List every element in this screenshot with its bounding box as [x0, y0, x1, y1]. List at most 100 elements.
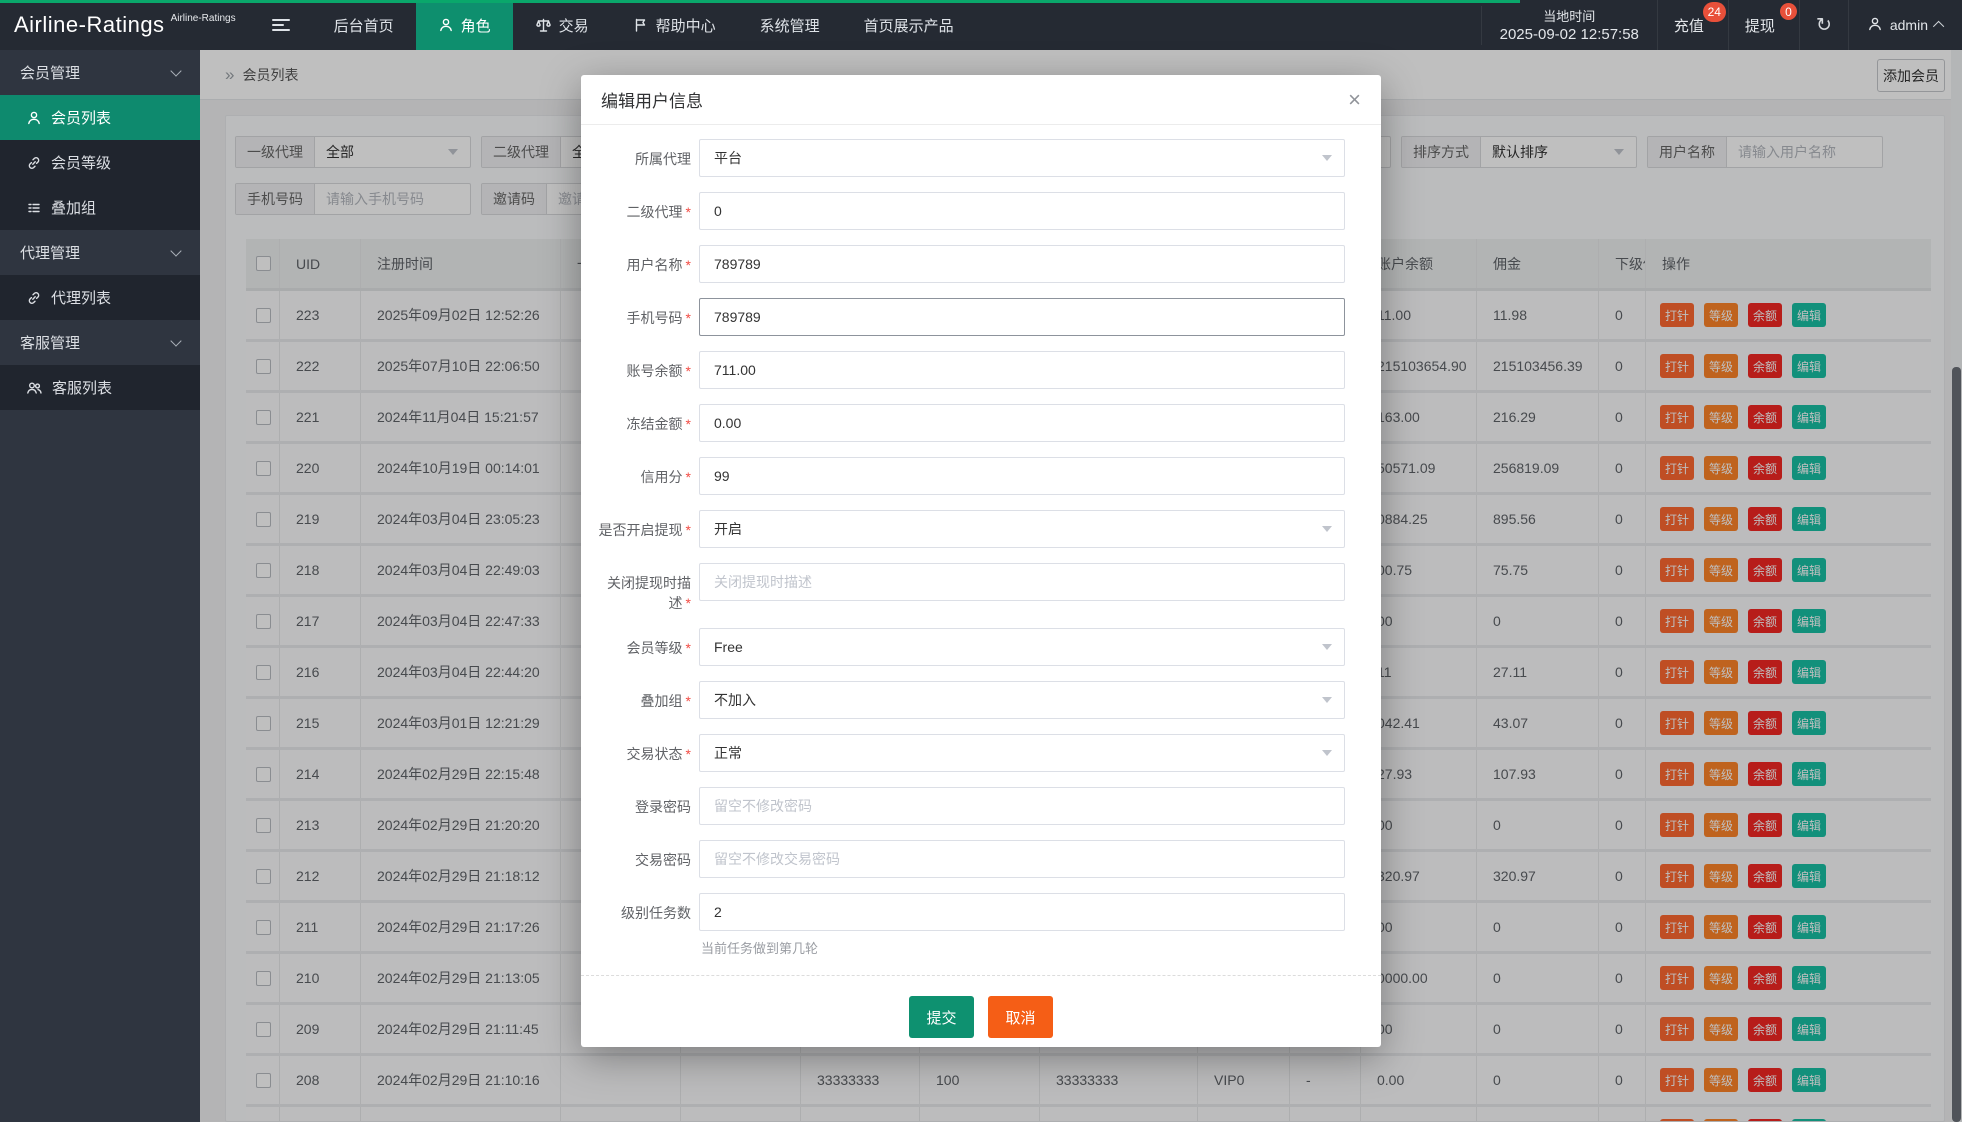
modal-field-8: 是否开启提现*开启 [595, 510, 1345, 548]
field-hint: 当前任务做到第几轮 [699, 938, 1345, 957]
chevron-down-icon [170, 245, 181, 256]
modal-field-9: 关闭提现时描述* [595, 563, 1345, 613]
field-input[interactable] [699, 840, 1345, 878]
modal-field-11: 叠加组* 不加入 [595, 681, 1345, 719]
chevron-down-icon [170, 335, 181, 346]
field-input[interactable] [699, 893, 1345, 931]
sidebar-item-3[interactable]: 会员等级 [0, 140, 200, 185]
logo-text: Airline-Ratings [14, 12, 165, 38]
top-menu-item-label: 角色 [461, 15, 491, 36]
required-asterisk: * [686, 416, 691, 432]
top-menu: 后台首页 角色 交易 帮助中心 系统管理 首页展示产品 [312, 0, 976, 50]
field-input[interactable] [699, 351, 1345, 389]
flag-icon [633, 17, 649, 33]
sidebar-item-2[interactable]: 会员列表 [0, 95, 200, 140]
field-input[interactable] [699, 457, 1345, 495]
sidebar-item-6[interactable]: 代理列表 [0, 275, 200, 320]
chevron-down-icon [1322, 155, 1332, 161]
sidebar-label: 客服列表 [52, 377, 112, 398]
top-menu-item-3[interactable]: 交易 [513, 0, 611, 50]
users-icon [26, 380, 43, 396]
refresh-button[interactable]: ↻ [1799, 0, 1848, 50]
field-select[interactable]: Free [699, 628, 1345, 666]
field-select[interactable]: 不加入 [699, 681, 1345, 719]
link-icon [26, 290, 42, 306]
close-icon[interactable]: × [1348, 89, 1361, 111]
field-input[interactable] [699, 563, 1345, 601]
field-input[interactable] [699, 787, 1345, 825]
field-label: 交易状态* [595, 734, 691, 764]
navbar-right: 当地时间 2025-09-02 12:57:58 充值 24 提现 0 ↻ ad… [1481, 0, 1962, 50]
field-input[interactable] [699, 298, 1345, 336]
required-asterisk: * [686, 363, 691, 379]
link-icon [26, 155, 42, 171]
field-label: 账号余额* [595, 351, 691, 381]
field-input[interactable] [699, 245, 1345, 283]
field-control [699, 298, 1345, 336]
withdraw-label: 提现 [1745, 15, 1775, 36]
field-control [699, 404, 1345, 442]
sidebar-item-8[interactable]: 客服列表 [0, 365, 200, 410]
recharge-label: 充值 [1674, 15, 1704, 36]
modal-field-2: 二级代理* [595, 192, 1345, 230]
field-label: 用户名称* [595, 245, 691, 275]
sidebar-label: 代理管理 [20, 242, 80, 263]
top-menu-item-1[interactable]: 后台首页 [312, 0, 416, 50]
field-control [699, 245, 1345, 283]
required-asterisk: * [686, 595, 691, 611]
top-menu-item-label: 首页展示产品 [864, 15, 954, 36]
admin-user-menu[interactable]: admin [1848, 0, 1962, 50]
modal-body: 所属代理平台二级代理*用户名称*手机号码*账号余额*冻结金额*信用分*是否开启提… [581, 125, 1381, 957]
withdraw-button[interactable]: 提现 0 [1728, 0, 1799, 50]
submit-button[interactable]: 提交 [909, 996, 974, 1038]
field-control [699, 563, 1345, 601]
field-control [699, 457, 1345, 495]
field-select[interactable]: 平台 [699, 139, 1345, 177]
sidebar-collapse-button[interactable] [250, 0, 312, 50]
required-asterisk: * [686, 640, 691, 656]
field-control [699, 351, 1345, 389]
hamburger-icon [272, 16, 290, 34]
required-asterisk: * [686, 257, 691, 273]
field-control: 平台 [699, 139, 1345, 177]
modal-footer: 提交 取消 [581, 975, 1381, 1054]
sidebar-label: 客服管理 [20, 332, 80, 353]
top-menu-item-4[interactable]: 帮助中心 [611, 0, 738, 50]
local-time-label: 当地时间 [1500, 9, 1639, 25]
user-icon [26, 110, 42, 126]
field-label: 所属代理 [595, 139, 691, 169]
top-menu-item-2[interactable]: 角色 [416, 0, 513, 50]
field-control [699, 192, 1345, 230]
field-select[interactable]: 正常 [699, 734, 1345, 772]
top-menu-item-label: 系统管理 [760, 15, 820, 36]
sidebar-item-4[interactable]: 叠加组 [0, 185, 200, 230]
recharge-button[interactable]: 充值 24 [1657, 0, 1728, 50]
sidebar-label: 代理列表 [51, 287, 111, 308]
cancel-button[interactable]: 取消 [988, 996, 1053, 1038]
modal-field-4: 手机号码* [595, 298, 1345, 336]
edit-user-modal: 编辑用户信息 × 所属代理平台二级代理*用户名称*手机号码*账号余额*冻结金额*… [581, 75, 1381, 1047]
field-input[interactable] [699, 404, 1345, 442]
sidebar-group-1[interactable]: 会员管理 [0, 50, 200, 95]
sidebar-group-7[interactable]: 客服管理 [0, 320, 200, 365]
field-select[interactable]: 开启 [699, 510, 1345, 548]
top-menu-item-label: 交易 [559, 15, 589, 36]
field-label: 叠加组* [595, 681, 691, 711]
sidebar: 会员管理会员列表会员等级叠加组代理管理代理列表客服管理客服列表 [0, 50, 200, 1122]
sidebar-group-5[interactable]: 代理管理 [0, 230, 200, 275]
chevron-down-icon [170, 65, 181, 76]
required-asterisk: * [686, 204, 691, 220]
modal-field-13: 登录密码 [595, 787, 1345, 825]
top-navbar: Airline-Ratings Airline-Ratings 后台首页角色交易… [0, 0, 1962, 50]
field-control: 不加入 [699, 681, 1345, 719]
field-input[interactable] [699, 192, 1345, 230]
top-menu-item-6[interactable]: 首页展示产品 [842, 0, 976, 50]
top-menu-item-5[interactable]: 系统管理 [738, 0, 842, 50]
chevron-down-icon [1322, 750, 1332, 756]
modal-field-14: 交易密码 [595, 840, 1345, 878]
field-label: 关闭提现时描述* [595, 563, 691, 613]
sidebar-label: 会员管理 [20, 62, 80, 83]
scale-icon [535, 17, 552, 33]
sidebar-label: 叠加组 [51, 197, 96, 218]
loading-progress-bar [0, 0, 1520, 3]
